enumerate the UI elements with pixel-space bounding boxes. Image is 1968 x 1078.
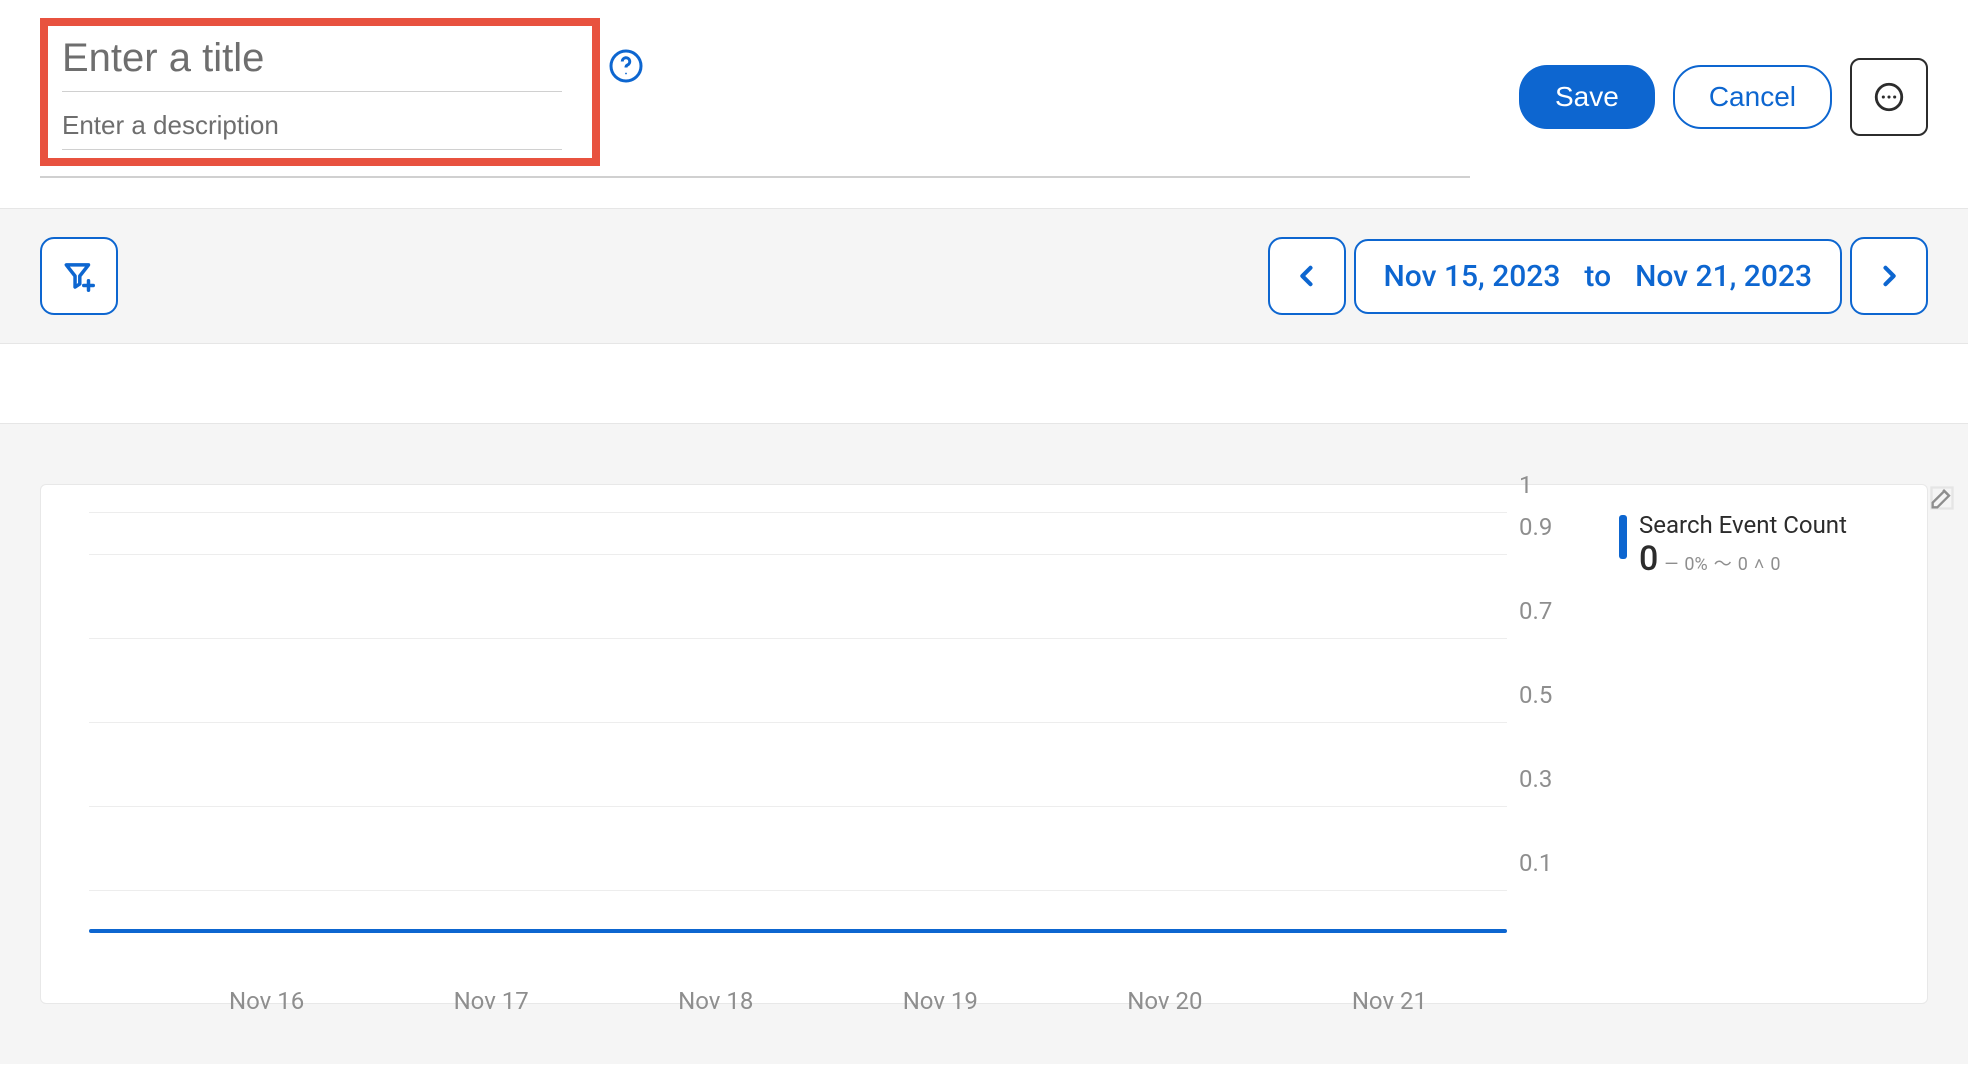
x-tick: Nov 21 [1352,987,1427,1015]
gridline [89,638,1507,639]
y-axis-ticks: 10.90.70.50.30.1 [1519,505,1579,973]
x-tick: Nov 18 [678,987,753,1015]
gridline [89,512,1507,513]
header-divider [40,176,1470,178]
cancel-button[interactable]: Cancel [1673,65,1832,129]
x-tick: Nov 16 [229,987,304,1015]
x-tick: Nov 17 [454,987,529,1015]
gridline [89,554,1507,555]
y-tick: 0.3 [1519,765,1552,793]
legend-stats: 0 — 0% 〜0 ˄0 [1639,539,1847,579]
empty-strip [0,344,1968,424]
legend-avg: 0 [1738,554,1748,575]
x-tick: Nov 20 [1127,987,1202,1015]
date-range-picker[interactable]: Nov 15, 2023 to Nov 21, 2023 [1354,239,1842,314]
edit-chart-button[interactable] [1928,484,1956,512]
date-next-button[interactable] [1850,237,1928,315]
gridline [89,890,1507,891]
chart-legend: Search Event Count 0 — 0% 〜0 ˄0 [1579,505,1899,973]
series-line [89,929,1507,933]
gridline [89,722,1507,723]
more-button[interactable] [1850,58,1928,136]
chart-card: Nov 16Nov 17Nov 18Nov 19Nov 20Nov 21 10.… [40,484,1928,1004]
y-tick: 0.7 [1519,597,1552,625]
chart-plot: Nov 16Nov 17Nov 18Nov 19Nov 20Nov 21 10.… [69,505,1579,973]
legend-series-name: Search Event Count [1639,511,1847,539]
legend-swatch [1619,515,1627,559]
gridline [89,806,1507,807]
help-icon[interactable] [608,48,644,84]
description-input[interactable] [62,92,562,150]
header-actions: Save Cancel [1519,18,1928,136]
title-input[interactable] [62,36,562,92]
legend-peak: 0 [1770,554,1780,575]
chevron-left-icon [1293,262,1321,290]
x-axis-ticks: Nov 16 Nov 17 Nov 18 Nov 19 Nov 20 Nov 21 [89,987,1507,1015]
toolbar: Nov 15, 2023 to Nov 21, 2023 [0,208,1968,344]
title-block-highlight [40,18,600,166]
save-button[interactable]: Save [1519,65,1655,129]
legend-total: 0 [1639,539,1658,579]
chart-area: Nov 16 Nov 17 Nov 18 Nov 19 Nov 20 Nov 21 1 0.… [0,424,1968,1064]
date-from: Nov 15, 2023 [1384,259,1561,294]
edit-icon [1928,484,1956,512]
x-tick: Nov 19 [903,987,978,1015]
legend-pct: 0% [1684,554,1707,575]
y-tick: 0.9 [1519,513,1552,541]
filter-add-icon [60,257,98,295]
date-to-word: to [1584,259,1611,294]
header: Save Cancel [0,0,1968,176]
chevron-right-icon [1875,262,1903,290]
y-tick: 0.1 [1519,849,1552,877]
date-prev-button[interactable] [1268,237,1346,315]
date-to: Nov 21, 2023 [1635,259,1812,294]
y-tick: 1 [1519,471,1533,499]
date-range-controls: Nov 15, 2023 to Nov 21, 2023 [1238,237,1928,315]
add-filter-button[interactable] [40,237,118,315]
y-tick: 0.5 [1519,681,1552,709]
more-icon [1872,80,1906,114]
plot-canvas: Nov 16Nov 17Nov 18Nov 19Nov 20Nov 21 [69,505,1507,973]
